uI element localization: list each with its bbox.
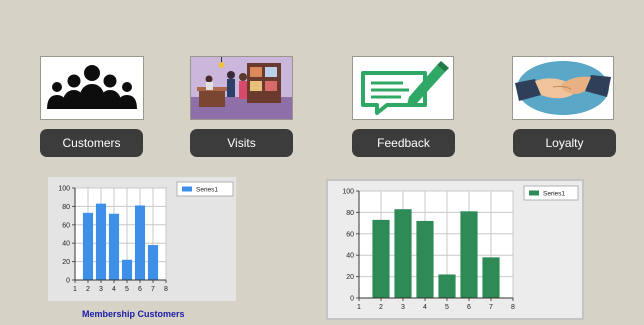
customers-group-icon bbox=[47, 65, 137, 109]
y-tick-label: 0 bbox=[350, 295, 354, 302]
visits-store-illustration bbox=[191, 57, 292, 119]
y-tick-label: 100 bbox=[58, 185, 70, 192]
x-tick-label: 2 bbox=[379, 304, 383, 311]
y-tick-label: 60 bbox=[346, 231, 354, 238]
membership-bar-chart: 0 20 40 60 80 100 1 2 3 4 5 6 7 8 Series1 bbox=[58, 181, 234, 293]
x-tick-label: 4 bbox=[423, 304, 427, 311]
x-tick-label: 3 bbox=[99, 286, 103, 293]
y-tick-label: 100 bbox=[342, 188, 354, 195]
y-tick-label: 40 bbox=[62, 241, 70, 248]
y-tick-label: 20 bbox=[346, 274, 354, 281]
x-tick-label: 1 bbox=[357, 304, 361, 311]
loyalty-button[interactable]: Loyalty bbox=[513, 129, 616, 157]
legend-label: Series1 bbox=[196, 186, 218, 193]
x-tick-label: 6 bbox=[138, 286, 142, 293]
visits-button[interactable]: Visits bbox=[190, 129, 293, 157]
legend-swatch bbox=[529, 190, 539, 196]
bar bbox=[82, 212, 94, 280]
customers-button[interactable]: Customers bbox=[40, 129, 143, 157]
y-tick-label: 80 bbox=[62, 204, 70, 211]
customers-tile[interactable] bbox=[40, 56, 144, 120]
x-tick-label: 7 bbox=[151, 286, 155, 293]
x-tick-label: 5 bbox=[445, 304, 449, 311]
x-tick-label: 3 bbox=[401, 304, 405, 311]
x-tick-label: 5 bbox=[125, 286, 129, 293]
chart-caption-membership: Membership Customers bbox=[82, 309, 185, 319]
x-tick-label: 6 bbox=[467, 304, 471, 311]
feedback-button[interactable]: Feedback bbox=[352, 129, 455, 157]
y-tick-label: 40 bbox=[346, 253, 354, 260]
feedback-message-icon bbox=[361, 61, 449, 115]
bar bbox=[482, 257, 500, 298]
x-tick-label: 1 bbox=[73, 286, 77, 293]
x-tick-label: 4 bbox=[112, 286, 116, 293]
legend-label: Series1 bbox=[543, 190, 565, 197]
bar bbox=[134, 205, 146, 280]
x-tick-label: 8 bbox=[164, 286, 168, 293]
bar bbox=[121, 259, 133, 280]
bar bbox=[394, 209, 412, 298]
bar bbox=[147, 245, 159, 280]
x-tick-label: 7 bbox=[489, 304, 493, 311]
bar bbox=[438, 274, 456, 298]
y-tick-label: 20 bbox=[62, 259, 70, 266]
feedback-tile[interactable] bbox=[352, 56, 454, 120]
visits-tile[interactable] bbox=[190, 56, 293, 120]
bar bbox=[108, 213, 120, 280]
x-tick-label: 2 bbox=[86, 286, 90, 293]
second-bar-chart: 0 20 40 60 80 100 1 2 3 4 5 6 7 8 Series1 bbox=[342, 185, 579, 311]
y-tick-label: 60 bbox=[62, 222, 70, 229]
legend-swatch bbox=[182, 186, 192, 192]
membership-chart-panel: 0 20 40 60 80 100 1 2 3 4 5 6 7 8 Series1 bbox=[48, 177, 236, 301]
x-tick-label: 8 bbox=[511, 304, 515, 311]
loyalty-handshake-icon bbox=[515, 61, 611, 115]
bar bbox=[372, 219, 390, 298]
y-tick-label: 0 bbox=[66, 277, 70, 284]
y-tick-label: 80 bbox=[346, 210, 354, 217]
second-chart-panel: 0 20 40 60 80 100 1 2 3 4 5 6 7 8 Series1 bbox=[326, 179, 584, 320]
bar bbox=[95, 203, 107, 280]
bar bbox=[460, 211, 478, 298]
loyalty-tile[interactable] bbox=[512, 56, 614, 120]
bar bbox=[416, 220, 434, 298]
